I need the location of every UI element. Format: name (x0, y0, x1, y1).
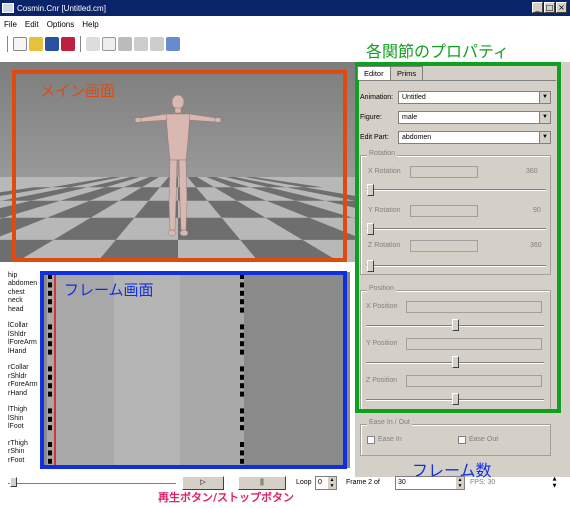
menu-bar: File Edit Options Help (0, 17, 570, 31)
playstop-annotation: 再生ボタン/ストップボタン (158, 491, 295, 504)
app-icon (2, 3, 14, 13)
frame-label: Frame 2 of (346, 479, 380, 486)
main-annotation: メイン画面 (40, 82, 116, 100)
loop-label: Loop (296, 479, 312, 486)
toolbar (0, 33, 240, 55)
spin-arrows-icon[interactable]: ▲ ▼ (328, 477, 336, 489)
save-as-icon[interactable] (61, 37, 75, 51)
track-label[interactable]: rCollar (8, 364, 29, 371)
track-label[interactable]: rHand (8, 390, 27, 397)
track-label[interactable]: rForeArm (8, 381, 38, 388)
track-label[interactable]: head (8, 306, 24, 313)
cut-icon[interactable] (86, 37, 100, 51)
toolbar-grip (7, 36, 8, 52)
track-label[interactable]: hip (8, 272, 17, 279)
tab-editor[interactable]: Editor (357, 66, 391, 80)
loop-value: 0 (318, 479, 322, 486)
paste-icon[interactable] (118, 37, 132, 51)
minimize-button[interactable]: _ (532, 2, 543, 13)
toolbar-separator (80, 36, 81, 52)
track-label[interactable]: abdomen (8, 280, 37, 287)
copy-icon[interactable] (102, 37, 116, 51)
redo-icon[interactable] (150, 37, 164, 51)
menu-edit[interactable]: Edit (25, 20, 39, 29)
track-label[interactable]: lForeArm (8, 339, 37, 346)
frame-count-value: 30 (398, 479, 406, 486)
track-label[interactable]: lCollar (8, 322, 28, 329)
track-label[interactable]: rThigh (8, 440, 28, 447)
framecount-annotation: フレーム数 (412, 461, 492, 480)
title-bar: Cosmin.Cnr [Untitled.cm] _ □ × (0, 0, 570, 16)
track-label[interactable]: rShldr (8, 373, 27, 380)
figure-icon[interactable] (166, 37, 180, 51)
ease-title: Ease In / Out (367, 419, 412, 426)
loop-spinner[interactable]: 0 ▲ ▼ (315, 476, 337, 490)
open-folder-icon[interactable] (29, 37, 43, 51)
frames-annotation: フレーム画面 (64, 281, 154, 299)
props-highlight (355, 62, 561, 413)
close-button[interactable]: × (556, 2, 567, 13)
track-label[interactable]: lHand (8, 348, 26, 355)
track-label[interactable]: lShldr (8, 331, 26, 338)
track-label[interactable]: lFoot (8, 423, 24, 430)
maximize-button[interactable]: □ (544, 2, 555, 13)
ease-out-label: Ease Out (469, 436, 499, 443)
window-title: Cosmin.Cnr [Untitled.cm] (17, 3, 106, 13)
track-label[interactable]: chest (8, 289, 25, 296)
menu-help[interactable]: Help (82, 20, 98, 29)
timeline-slider[interactable] (10, 477, 17, 487)
stop-button[interactable]: || (238, 476, 286, 490)
menu-options[interactable]: Options (47, 20, 75, 29)
ease-in-label: Ease In (378, 436, 402, 443)
undo-icon[interactable] (134, 37, 148, 51)
fps-spin-icon[interactable]: ▲ ▼ (550, 476, 559, 490)
ease-in-checkbox[interactable] (367, 436, 375, 444)
new-file-icon[interactable] (13, 37, 27, 51)
frame-view-highlight (40, 271, 347, 469)
save-icon[interactable] (45, 37, 59, 51)
track-label[interactable]: rFoot (8, 457, 24, 464)
props-annotation: 各関節のプロパティ (366, 42, 510, 61)
ease-out-checkbox[interactable] (458, 436, 466, 444)
timeline-track (8, 483, 176, 485)
play-button[interactable]: ▷ (182, 476, 224, 490)
track-label[interactable]: rShin (8, 448, 24, 455)
track-label[interactable]: neck (8, 297, 23, 304)
track-label[interactable]: lShin (8, 415, 24, 422)
menu-file[interactable]: File (4, 20, 17, 29)
track-label[interactable]: lThigh (8, 406, 27, 413)
